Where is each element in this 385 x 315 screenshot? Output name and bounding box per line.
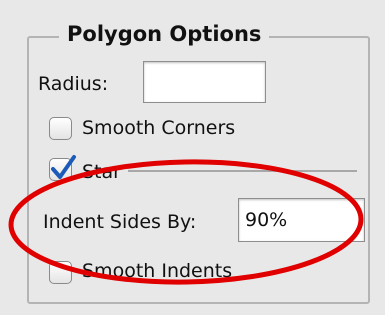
star-label: Star bbox=[82, 161, 121, 183]
polygon-options-panel: Polygon Options Radius: Smooth Corners S… bbox=[0, 0, 385, 315]
group-title: Polygon Options bbox=[59, 19, 270, 49]
star-checkbox[interactable] bbox=[49, 155, 76, 181]
indent-sides-label: Indent Sides By: bbox=[43, 211, 197, 233]
indent-sides-field[interactable] bbox=[238, 198, 365, 242]
checkmark-icon bbox=[51, 155, 76, 179]
radius-label: Radius: bbox=[38, 73, 109, 95]
smooth-corners-checkbox[interactable] bbox=[49, 117, 72, 140]
smooth-corners-label: Smooth Corners bbox=[82, 117, 236, 139]
separator bbox=[128, 170, 357, 172]
smooth-indents-checkbox[interactable] bbox=[49, 261, 72, 284]
smooth-indents-label: Smooth Indents bbox=[82, 260, 233, 282]
radius-field[interactable] bbox=[143, 61, 266, 103]
